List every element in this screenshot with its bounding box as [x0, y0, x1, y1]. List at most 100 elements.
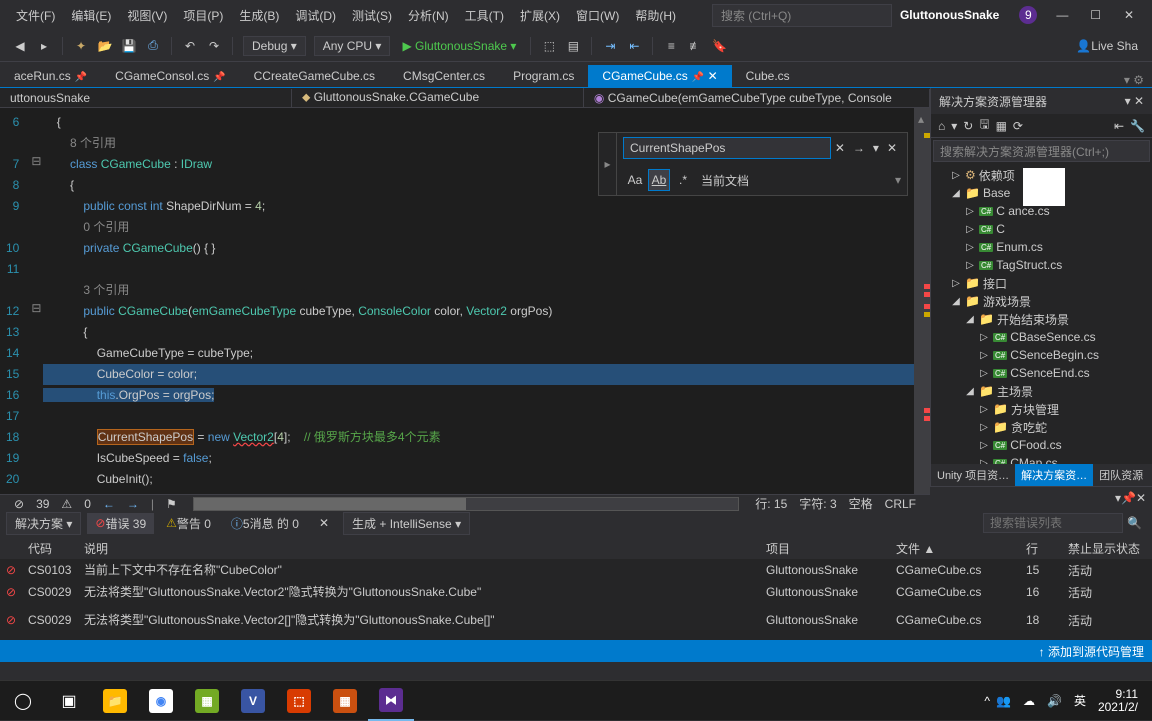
tree-node[interactable]: ▷📁贪吃蛇 — [931, 418, 1152, 436]
menu-view[interactable]: 视图(V) — [119, 3, 175, 28]
tree-node[interactable]: ▷C#CBaseSence.cs — [931, 328, 1152, 346]
menu-extensions[interactable]: 扩展(X) — [512, 3, 568, 28]
sync-icon[interactable]: ↻ — [963, 119, 973, 133]
tab-dropdown-icon[interactable]: ▾ — [1124, 73, 1130, 87]
vertical-scrollbar[interactable]: ▴ — [914, 108, 930, 494]
clock-time[interactable]: 9:11 — [1098, 688, 1138, 701]
properties-icon[interactable]: 🔧 — [1130, 119, 1145, 133]
global-search[interactable]: 搜索 (Ctrl+Q) — [712, 4, 892, 27]
panel-dropdown-icon[interactable]: ▾ — [1125, 94, 1131, 108]
tree-node[interactable]: ▷C#CSenceBegin.cs — [931, 346, 1152, 364]
find-clear-icon[interactable]: ✕ — [835, 141, 845, 155]
menu-tools[interactable]: 工具(T) — [457, 3, 512, 28]
fold-icon[interactable]: ⊟ — [29, 150, 43, 171]
tab-acerun[interactable]: aceRun.cs📌 — [0, 65, 101, 87]
tree-node[interactable]: ▷C#C — [931, 220, 1152, 238]
refresh-icon[interactable]: ⟳ — [1013, 119, 1023, 133]
tree-node[interactable]: ▷📁方块管理 — [931, 400, 1152, 418]
error-search[interactable] — [983, 513, 1123, 533]
menu-analyze[interactable]: 分析(N) — [400, 3, 457, 28]
nav-next-icon[interactable]: → — [127, 497, 139, 511]
config-dropdown[interactable]: Debug ▾ — [243, 36, 306, 56]
menu-edit[interactable]: 编辑(E) — [63, 3, 119, 28]
task-view-icon[interactable]: ▣ — [46, 681, 92, 721]
menu-project[interactable]: 项目(P) — [175, 3, 231, 28]
error-count-icon[interactable]: ⊘ — [14, 497, 24, 511]
tab-creategamecube[interactable]: CCreateGameCube.cs — [240, 65, 389, 87]
fold-icon[interactable]: ⊟ — [29, 297, 43, 318]
sol-tab-solution[interactable]: 解决方案资… — [1015, 464, 1093, 486]
eol-mode[interactable]: CRLF — [885, 497, 916, 511]
pin-icon[interactable]: 📌 — [75, 72, 87, 83]
tab-program[interactable]: Program.cs — [499, 65, 588, 87]
tray-volume-icon[interactable]: 🔊 — [1047, 694, 1062, 708]
warnings-filter[interactable]: ⚠ 警告 0 — [158, 513, 219, 534]
find-close-icon[interactable]: ✕ — [887, 141, 897, 155]
find-next-icon[interactable]: → — [853, 141, 865, 155]
nav-back-icon[interactable]: ◀ — [10, 39, 30, 53]
menu-help[interactable]: 帮助(H) — [627, 3, 684, 28]
step-icon-2[interactable]: ⇤ — [624, 39, 644, 53]
error-row[interactable]: ⊘CS0103当前上下文中不存在名称"CubeColor"GluttonousS… — [0, 559, 1152, 581]
regex-icon[interactable]: .* — [672, 169, 694, 191]
find-expand-icon[interactable]: ▸ — [599, 133, 617, 195]
pin-icon[interactable]: 📌 — [692, 72, 704, 83]
open-icon[interactable]: 📂 — [95, 39, 115, 53]
tab-gear-icon[interactable]: ⚙ — [1133, 73, 1144, 87]
warning-count-icon[interactable]: ⚠ — [61, 497, 72, 511]
tree-node[interactable]: ▷C#CSenceEnd.cs — [931, 364, 1152, 382]
nav-class[interactable]: ⬥ GluttonousSnake.CGameCube — [292, 88, 584, 107]
tree-node[interactable]: ◢📁游戏场景 — [931, 292, 1152, 310]
scope-filter[interactable]: 解决方案 ▾ — [6, 512, 81, 535]
maximize-button[interactable]: ☐ — [1081, 8, 1111, 22]
pin-icon[interactable]: 📌 — [1121, 491, 1136, 505]
step-icon-1[interactable]: ⇥ — [600, 39, 620, 53]
tree-node[interactable]: ▷C#CMap.cs — [931, 454, 1152, 464]
save-icon[interactable]: 🖫 — [979, 115, 989, 136]
tool-icon-1[interactable]: ⬚ — [539, 39, 559, 53]
app-icon-orange[interactable]: ▦ — [322, 681, 368, 721]
comment-icon[interactable]: ≡ — [661, 39, 681, 53]
tray-ime[interactable]: 英 — [1074, 692, 1086, 709]
chrome-icon[interactable]: ◉ — [138, 681, 184, 721]
source-control[interactable]: ↑ 添加到源代码管理 — [1039, 643, 1144, 660]
tray-onedrive-icon[interactable]: ☁ — [1023, 694, 1035, 708]
errors-filter[interactable]: ⊘ 错误 39 — [87, 513, 154, 534]
info-filter[interactable]: ⓘ 5消息 的 0 — [223, 513, 307, 534]
minimize-button[interactable]: — — [1047, 8, 1077, 22]
uncomment-icon[interactable]: ≢ — [685, 39, 705, 53]
solution-tree[interactable]: ▷⚙依赖项◢📁Base▷C#C ance.cs▷C#C▷C#Enum.cs▷C#… — [931, 164, 1152, 464]
code-lens[interactable]: 0 个引用 — [83, 220, 129, 234]
menu-debug[interactable]: 调试(D) — [287, 3, 344, 28]
tree-node[interactable]: ◢📁主场景 — [931, 382, 1152, 400]
run-button[interactable]: ▶ GluttonousSnake ▾ — [402, 39, 516, 53]
error-row[interactable]: ⊘CS0019运算符"+"无法应用于"Cube[]"和"Vector2"类型的操… — [0, 637, 1152, 640]
show-all-icon[interactable]: ▦ — [996, 119, 1007, 133]
whole-word-icon[interactable]: Ab — [648, 169, 670, 191]
flag-icon[interactable]: ⚑ — [166, 497, 177, 511]
error-table-header[interactable]: 代码说明项目文件 ▲行禁止显示状态 — [0, 537, 1152, 559]
tree-node[interactable]: ▷C#Enum.cs — [931, 238, 1152, 256]
live-share[interactable]: 👤 Live Sha — [1070, 39, 1144, 53]
solution-search[interactable]: 搜索解决方案资源管理器(Ctrl+;) — [933, 140, 1150, 162]
new-project-icon[interactable]: ✦ — [71, 39, 91, 53]
tab-gamecube[interactable]: CGameCube.cs📌 ✕ — [588, 65, 731, 87]
menu-window[interactable]: 窗口(W) — [568, 3, 627, 28]
panel-close-icon[interactable]: ✕ — [1134, 94, 1144, 108]
collapse-icon[interactable]: ⇤ — [1114, 119, 1124, 133]
code-lens[interactable]: 8 个引用 — [70, 136, 116, 150]
panel-close-icon[interactable]: ✕ — [1136, 491, 1146, 505]
find-input[interactable] — [623, 137, 831, 159]
undo-icon[interactable]: ↶ — [180, 39, 200, 53]
error-row[interactable]: ⊘CS0029无法将类型"GluttonousSnake.Vector2"隐式转… — [0, 581, 1152, 603]
visual-studio-icon[interactable]: ⧓ — [368, 681, 414, 721]
menu-build[interactable]: 生成(B) — [231, 3, 287, 28]
menu-test[interactable]: 测试(S) — [344, 3, 400, 28]
nav-prev-icon[interactable]: ← — [103, 497, 115, 511]
tab-msgcenter[interactable]: CMsgCenter.cs — [389, 65, 499, 87]
close-button[interactable]: ✕ — [1114, 8, 1144, 22]
nav-fwd-icon[interactable]: ▸ — [34, 39, 54, 53]
tab-gameconsol[interactable]: CGameConsol.cs📌 — [101, 65, 239, 87]
code-lens[interactable]: 3 个引用 — [83, 283, 129, 297]
tree-node[interactable]: ▷📁接口 — [931, 274, 1152, 292]
